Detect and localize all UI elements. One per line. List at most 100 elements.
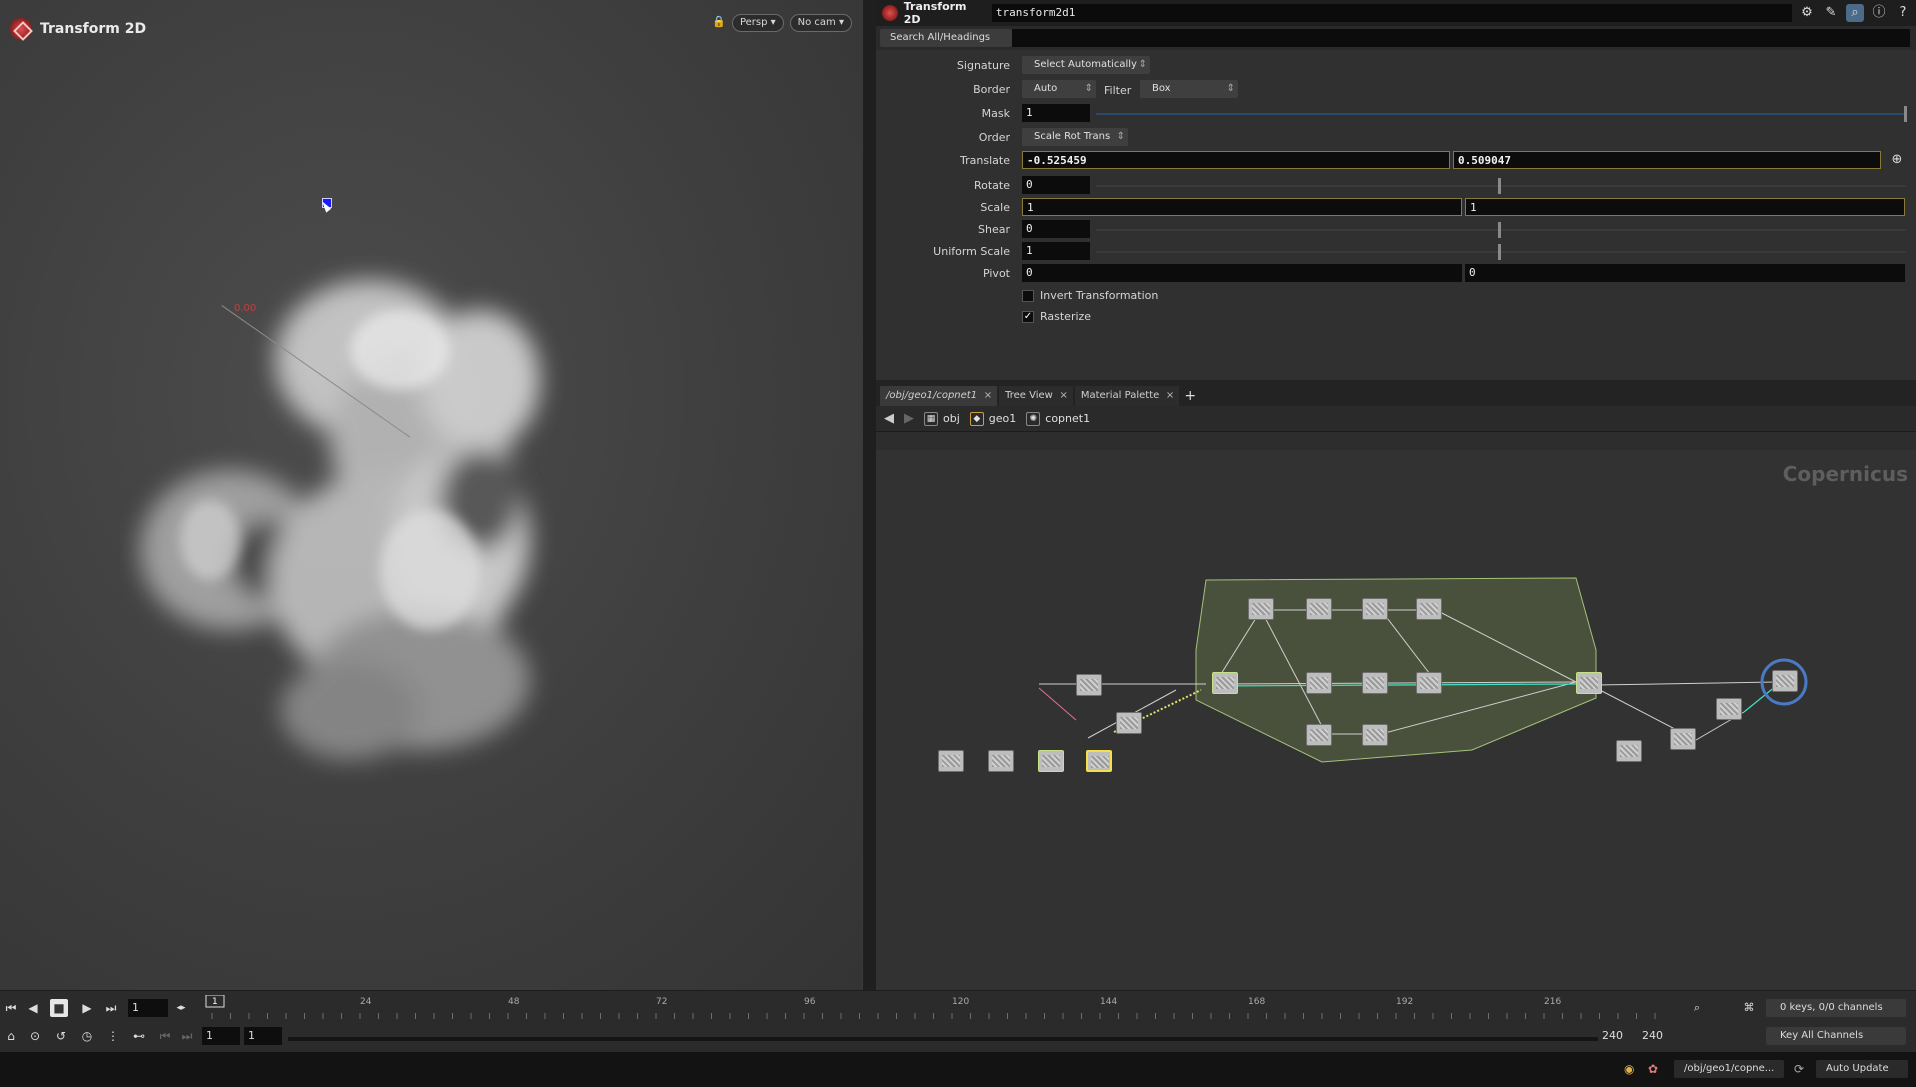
translate-y-field[interactable]: 0.509047	[1453, 151, 1881, 169]
tab-material-palette[interactable]: Material Palette ×	[1074, 386, 1180, 406]
node-file-3[interactable]	[1038, 750, 1064, 772]
breadcrumb-geo1[interactable]: ◆ geo1	[969, 411, 1016, 426]
uniform-scale-field[interactable]: 1	[1022, 242, 1090, 260]
node-j[interactable]	[1616, 740, 1642, 762]
shear-slider-knob[interactable]	[1498, 222, 1501, 238]
play-icon[interactable]: ▶	[78, 999, 96, 1017]
node-h[interactable]	[1306, 724, 1332, 746]
range-start-field[interactable]: 1	[202, 1027, 240, 1045]
scale-x-field[interactable]: 1	[1022, 198, 1462, 216]
scale-y-field[interactable]: 1	[1465, 198, 1905, 216]
breadcrumb-copnet1[interactable]: ✺ copnet1	[1026, 411, 1090, 426]
tab-network[interactable]: /obj/geo1/copnet1 ×	[880, 386, 998, 406]
filter-menu[interactable]: Box	[1140, 80, 1238, 98]
range-icon[interactable]: ⊷	[130, 1027, 148, 1045]
jump-end-icon[interactable]: ⏭	[102, 999, 120, 1017]
pane-divider[interactable]	[862, 0, 876, 990]
range-end-label[interactable]: 240	[1602, 1027, 1623, 1045]
jump-start-icon[interactable]: ⏮	[2, 999, 20, 1017]
status-path[interactable]: /obj/geo1/copne...	[1674, 1060, 1784, 1078]
node-f[interactable]	[1362, 672, 1388, 694]
node-a[interactable]	[1248, 598, 1274, 620]
order-menu[interactable]: Scale Rot Trans	[1022, 128, 1128, 146]
add-tab-icon[interactable]: +	[1181, 386, 1199, 406]
gear-icon[interactable]: ⚙	[1798, 4, 1816, 22]
pivot-y-field[interactable]: 0	[1465, 264, 1905, 282]
uniform-scale-slider-knob[interactable]	[1498, 244, 1501, 260]
node-c[interactable]	[1362, 598, 1388, 620]
close-icon[interactable]: ×	[1166, 386, 1174, 406]
node-block-begin[interactable]	[1212, 672, 1238, 694]
camera-menu[interactable]: No cam ▾	[789, 14, 852, 32]
node-i[interactable]	[1362, 724, 1388, 746]
loop-icon[interactable]: ↺	[52, 1027, 70, 1045]
rotate-slider-knob[interactable]	[1498, 178, 1501, 194]
uniform-scale-slider[interactable]	[1096, 251, 1906, 253]
clock-icon[interactable]: ◷	[78, 1027, 96, 1045]
close-icon[interactable]: ×	[984, 386, 992, 406]
back-arrow-icon[interactable]: ◀	[884, 411, 894, 426]
stop-icon[interactable]: ■	[50, 999, 68, 1017]
node-g[interactable]	[1416, 672, 1442, 694]
prev-key-icon[interactable]: ⏮	[156, 1027, 174, 1045]
mask-slider-knob[interactable]	[1904, 106, 1907, 122]
rasterize-checkbox[interactable]: ✓	[1022, 311, 1034, 323]
frame-ruler[interactable]: 1244872961201441681922162	[200, 995, 1680, 1021]
update-mode-menu[interactable]: Auto Update	[1816, 1060, 1908, 1078]
lock-icon[interactable]: 🔒	[712, 14, 726, 30]
info-icon[interactable]: ⓘ	[1870, 4, 1888, 22]
mask-field[interactable]: 1	[1022, 104, 1090, 122]
range-slider[interactable]	[288, 1037, 1598, 1041]
breadcrumb-obj[interactable]: ▦ obj	[924, 411, 960, 426]
node-file-1[interactable]	[938, 750, 964, 772]
node-output[interactable]	[1772, 670, 1798, 692]
node-transform2d1[interactable]	[1086, 750, 1112, 772]
search-scope-menu[interactable]: Search All/Headings	[880, 29, 1012, 47]
help-icon[interactable]: ?	[1894, 4, 1912, 22]
translate-x-field[interactable]: -0.525459	[1022, 151, 1450, 169]
realtime-icon[interactable]: ⊙	[26, 1027, 44, 1045]
search-keys-icon[interactable]: ⌕	[1688, 999, 1706, 1017]
node-block-end[interactable]	[1576, 672, 1602, 694]
node-file-2[interactable]	[988, 750, 1014, 772]
shear-slider[interactable]	[1096, 229, 1906, 231]
crosshair-icon[interactable]: ⊕	[1888, 151, 1906, 169]
range-end2-label[interactable]: 240	[1642, 1027, 1663, 1045]
brain-icon[interactable]: ✿	[1648, 1062, 1662, 1076]
node-l[interactable]	[1716, 698, 1742, 720]
param-search-input[interactable]	[1012, 29, 1910, 47]
current-frame-field[interactable]: 1	[128, 999, 168, 1017]
range-start2-field[interactable]: 1	[244, 1027, 282, 1045]
key-all-channels-menu[interactable]: Key All Channels	[1766, 1027, 1906, 1045]
node-noise[interactable]	[1116, 712, 1142, 734]
rotate-field[interactable]: 0	[1022, 176, 1090, 194]
signature-menu[interactable]: Select Automatically	[1022, 56, 1150, 74]
shear-field[interactable]: 0	[1022, 220, 1090, 238]
forward-arrow-icon[interactable]: ▶	[904, 411, 914, 426]
refresh-icon[interactable]: ⟳	[1794, 1062, 1808, 1076]
node-e[interactable]	[1306, 672, 1332, 694]
step-icon[interactable]: ⋮	[104, 1027, 122, 1045]
audio-icon[interactable]: ⌂	[2, 1027, 20, 1045]
invert-checkbox[interactable]	[1022, 290, 1034, 302]
key-icon[interactable]: ⌘	[1740, 999, 1758, 1017]
tab-tree-view[interactable]: Tree View ×	[999, 386, 1073, 406]
border-menu[interactable]: Auto	[1022, 80, 1096, 98]
node-name-field[interactable]: transform2d1	[991, 4, 1792, 22]
next-key-icon[interactable]: ⏭	[178, 1027, 196, 1045]
step-frame-icon[interactable]: ◂▸	[172, 999, 190, 1017]
network-canvas[interactable]: Copernicus	[876, 450, 1916, 990]
mask-slider[interactable]	[1096, 113, 1906, 115]
scene-viewport[interactable]: Transform 2D 🔒 Persp ▾ No cam ▾ 0.00	[0, 0, 862, 990]
pivot-x-field[interactable]: 0	[1022, 264, 1462, 282]
broadcast-icon[interactable]: ◉	[1624, 1062, 1638, 1076]
node-input[interactable]	[1076, 674, 1102, 696]
play-reverse-icon[interactable]: ◀	[24, 999, 42, 1017]
rotate-slider[interactable]	[1096, 185, 1906, 187]
node-d[interactable]	[1416, 598, 1442, 620]
brush-icon[interactable]: ✎	[1822, 4, 1840, 22]
node-b[interactable]	[1306, 598, 1332, 620]
search-icon[interactable]: ⌕	[1846, 4, 1864, 22]
close-icon[interactable]: ×	[1059, 386, 1067, 406]
persp-menu[interactable]: Persp ▾	[731, 14, 784, 32]
